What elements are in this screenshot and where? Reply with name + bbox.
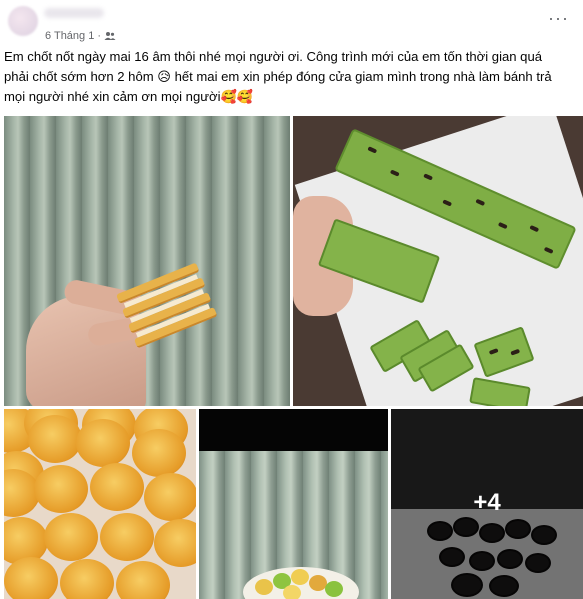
photo-fruit-bowl[interactable]: [199, 409, 388, 599]
post-text-line: phải chốt sớm hơn 2 hôm 😥 hết mai em xin…: [4, 69, 552, 84]
photo-grid: +4: [0, 116, 583, 599]
post-text: Em chốt nốt ngày mai 16 âm thôi nhé mọi …: [4, 47, 580, 107]
post-header: 6 Tháng 1 · ···: [0, 0, 583, 44]
post-date[interactable]: 6 Tháng 1: [45, 30, 94, 42]
meta-separator: ·: [97, 30, 102, 42]
friends-icon: [104, 32, 116, 40]
post-text-line: mọi người nhé xin cảm ơn mọi người🥰🥰: [4, 89, 254, 104]
more-photos-count[interactable]: +4: [391, 489, 583, 517]
avatar[interactable]: [8, 6, 38, 36]
photo-pastry-balls[interactable]: [4, 409, 196, 599]
black-bar: [199, 409, 388, 451]
photo-matcha-bars[interactable]: [293, 116, 583, 406]
post-text-line: Em chốt nốt ngày mai 16 âm thôi nhé mọi …: [4, 49, 543, 64]
more-horizontal-icon[interactable]: ···: [548, 8, 569, 29]
post-meta: 6 Tháng 1 ·: [45, 30, 116, 42]
photo-cracker-sandwich[interactable]: [4, 116, 290, 406]
photo-oreo-more[interactable]: +4: [391, 409, 583, 599]
author-name-blurred[interactable]: [44, 8, 104, 18]
